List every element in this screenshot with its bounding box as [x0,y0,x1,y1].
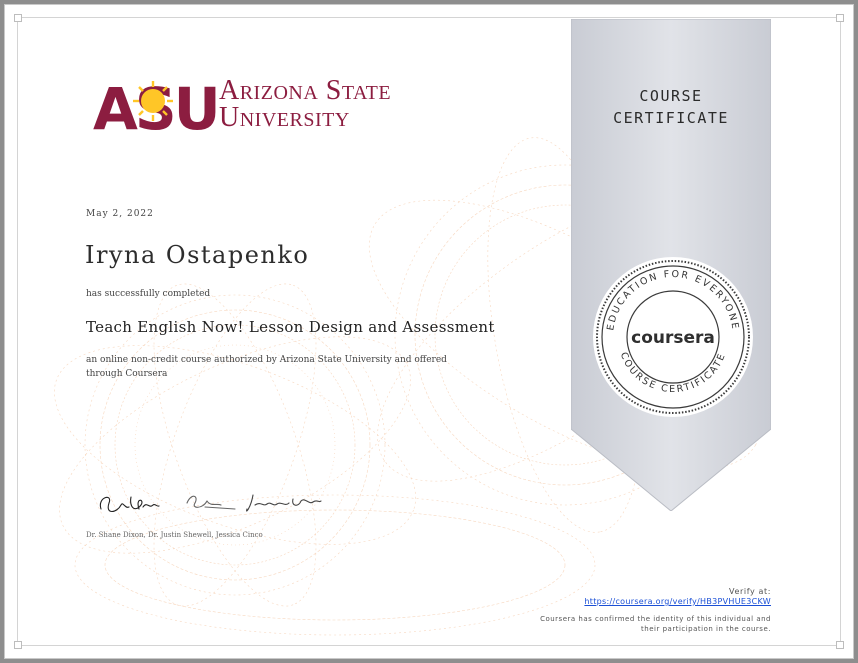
coursera-seal: EDUCATION FOR EVERYONE COURSE CERTIFICAT… [593,257,753,417]
coursera-logo: coursera [631,328,715,348]
certificate-label-line2: CERTIFICATE [613,109,729,127]
completion-text: has successfully completed [86,289,211,299]
frame-corner [14,14,22,22]
verification-confirmation: Coursera has confirmed the identity of t… [471,614,771,634]
university-name: Arizona State University [219,75,392,133]
signature-2 [186,495,236,510]
verify-label: Verify at: [729,587,771,596]
confirm-line2: their participation in the course. [641,625,771,633]
university-name-line1: Arizona State [219,75,392,106]
university-name-line2: University [219,102,350,133]
course-description: an online non-credit course authorized b… [86,355,447,379]
verification-block: Verify at: https://coursera.org/verify/H… [584,587,771,607]
signature-3 [246,494,322,512]
verify-link[interactable]: https://coursera.org/verify/HB3PVHUE3CKW [584,597,771,607]
signatures [99,494,322,513]
frame-corner [836,641,844,649]
certificate-label-line1: COURSE [639,87,703,105]
signer-names: Dr. Shane Dixon, Dr. Justin Shewell, Jes… [86,531,263,539]
certificate-type-label: COURSE CERTIFICATE [571,85,771,129]
course-title: Teach English Now! Lesson Design and Ass… [86,318,495,336]
certificate-date: May 2, 2022 [86,209,154,219]
frame-corner [836,14,844,22]
asu-sunburst-icon [133,81,173,121]
certificate-page: COURSE CERTIFICATE EDUCATION FOR EVERYON… [4,4,854,659]
confirm-line1: Coursera has confirmed the identity of t… [540,615,771,623]
asu-logo: ASU [93,75,221,135]
frame-corner [14,641,22,649]
recipient-name: Iryna Ostapenko [85,241,310,269]
signature-1 [99,496,160,513]
